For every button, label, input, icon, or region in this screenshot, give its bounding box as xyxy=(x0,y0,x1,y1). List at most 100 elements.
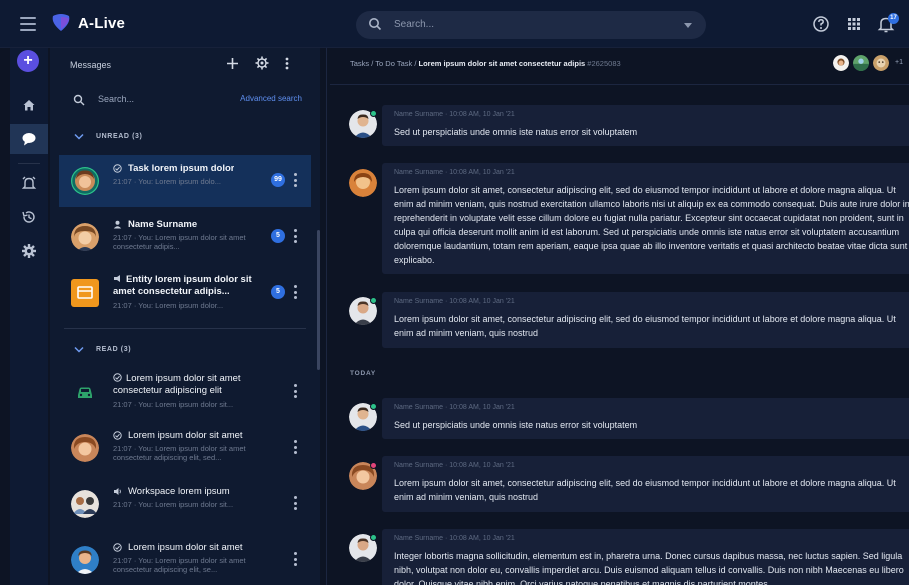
online-status-dot xyxy=(370,534,377,541)
read-section-toggle[interactable]: READ (3) xyxy=(74,342,131,356)
conversation-item[interactable]: Entity lorem ipsum dolor sit amet consec… xyxy=(59,267,311,319)
avatar xyxy=(71,434,99,462)
panel-divider xyxy=(326,48,327,585)
conversation-item[interactable]: Name Surname 21:07 · You: Lorem ipsum do… xyxy=(59,211,311,263)
participant-avatar xyxy=(832,54,850,72)
apps-grid-icon[interactable] xyxy=(845,15,863,33)
app-title: A-Live xyxy=(78,15,126,32)
message-meta: Name Surname · 10:08 AM, 10 Jan '21 xyxy=(394,169,515,176)
avatar xyxy=(71,546,99,574)
conversation-title-text: Entity lorem ipsum dolor sit amet consec… xyxy=(113,274,252,297)
participants-more-count: +1 xyxy=(895,59,903,66)
participant-avatar xyxy=(872,54,890,72)
plus-icon[interactable] xyxy=(226,57,239,70)
history-icon xyxy=(22,211,35,223)
message-text: Integer lobortis magna sollicitudin, ele… xyxy=(394,551,904,585)
message-text: Sed ut perspiciatis unde omnis iste natu… xyxy=(394,127,638,137)
messages-header-actions xyxy=(226,56,289,70)
message-text: Lorem ipsum dolor sit amet, consectetur … xyxy=(394,185,909,265)
unread-section-label: UNREAD (3) xyxy=(96,132,143,140)
more-vertical-icon[interactable] xyxy=(293,440,297,454)
conversation-title-text: Lorem ipsum dolor sit amet consectetur a… xyxy=(113,373,241,396)
more-vertical-icon[interactable] xyxy=(293,496,297,510)
more-vertical-icon[interactable] xyxy=(293,384,297,398)
more-vertical-icon[interactable] xyxy=(293,552,297,566)
gear-icon xyxy=(22,244,36,258)
participants-list[interactable]: +1 xyxy=(832,54,903,72)
search-icon xyxy=(73,94,85,106)
section-divider xyxy=(64,328,306,329)
hamburger-menu-icon[interactable] xyxy=(20,17,36,31)
messages-scrollbar[interactable] xyxy=(317,230,320,370)
search-dropdown-icon[interactable] xyxy=(684,23,692,28)
message-meta: Name Surname · 10:08 AM, 10 Jan '21 xyxy=(394,111,515,118)
breadcrumb-id: #2625083 xyxy=(587,59,621,68)
nav-alarms[interactable] xyxy=(10,168,48,198)
nav-settings[interactable] xyxy=(10,236,48,266)
conversation-item[interactable]: Lorem ipsum dolor sit amet 21:07 · You: … xyxy=(59,422,311,474)
day-separator-label: TODAY xyxy=(350,370,377,377)
check-circle-icon xyxy=(113,164,122,173)
broadcast-icon xyxy=(114,275,120,282)
online-status-dot xyxy=(370,403,377,410)
messages-search-input[interactable]: Search... Advanced search xyxy=(70,92,310,110)
unread-section-toggle[interactable]: UNREAD (3) xyxy=(74,129,142,143)
conversation-item[interactable]: Lorem ipsum dolor sit amet consectetur a… xyxy=(59,366,311,418)
person-icon xyxy=(113,220,122,229)
nav-history[interactable] xyxy=(10,202,48,232)
conversation-title: Task lorem ipsum dolor xyxy=(128,163,235,174)
conversation-title-row: Name Surname xyxy=(113,219,263,230)
read-section-label: READ (3) xyxy=(96,345,132,353)
conversation-item[interactable]: Workspace lorem ipsum 21:07 · You: Lorem… xyxy=(59,478,311,530)
conversation-item[interactable]: Lorem ipsum dolor sit amet 21:07 · You: … xyxy=(59,534,311,585)
conversation-title-row: Lorem ipsum dolor sit amet xyxy=(113,542,263,553)
left-nav-rail: + xyxy=(10,48,48,585)
app-window: A-Live Search... 17 + Messages Search...… xyxy=(0,0,909,585)
conversation-item[interactable]: Task lorem ipsum dolor 21:07 · You: Lore… xyxy=(59,155,311,207)
help-icon[interactable] xyxy=(812,15,830,33)
entity-avatar xyxy=(71,279,99,307)
conversation-preview: 21:07 · You: Lorem ipsum dolor sit... xyxy=(113,400,234,409)
global-search-input[interactable]: Search... xyxy=(356,11,706,39)
chat-panel: Tasks / To Do Task / Lorem ipsum dolor s… xyxy=(330,48,909,585)
more-vertical-icon[interactable] xyxy=(293,173,297,187)
conversation-preview: 21:07 · You: Lorem ipsum dolor sit amet … xyxy=(113,233,246,251)
message-meta: Name Surname · 10:08 AM, 10 Jan '21 xyxy=(394,462,515,469)
conversation-title: Name Surname xyxy=(128,219,198,230)
add-button[interactable]: + xyxy=(17,50,39,72)
check-circle-icon xyxy=(113,373,122,382)
breadcrumb-path[interactable]: Tasks / To Do Task / xyxy=(350,59,419,68)
conversation-title-row: Lorem ipsum dolor sit amet xyxy=(113,430,263,441)
conversation-preview: 21:07 · You: Lorem ipsum dolor sit amet … xyxy=(113,444,246,462)
unread-count-badge: 5 xyxy=(271,285,285,299)
settings-gear-icon[interactable] xyxy=(255,56,269,70)
avatar xyxy=(71,223,99,251)
conversation-preview: 21:07 · You: Lorem ipsum dolor sit... xyxy=(113,500,234,509)
message-meta: Name Surname · 10:08 AM, 10 Jan '21 xyxy=(394,535,515,542)
rail-divider xyxy=(18,163,40,164)
chat-message: Name Surname · 10:08 AM, 10 Jan '21 Sed … xyxy=(382,105,909,146)
message-text: Lorem ipsum dolor sit amet, consectetur … xyxy=(394,314,896,338)
unread-count-badge: 99 xyxy=(271,173,285,187)
chat-header-divider xyxy=(330,84,909,85)
nav-messages[interactable] xyxy=(10,124,48,154)
conversation-preview: 21:07 · You: Lorem ipsum dolo... xyxy=(113,177,221,186)
online-status-dot xyxy=(370,297,377,304)
notification-badge: 17 xyxy=(888,13,899,24)
messages-header-title: Messages xyxy=(70,60,112,70)
nav-home[interactable] xyxy=(10,90,48,120)
message-meta: Name Surname · 10:08 AM, 10 Jan '21 xyxy=(394,298,515,305)
avatar xyxy=(71,167,99,195)
status-dot xyxy=(370,462,377,469)
more-vertical-icon[interactable] xyxy=(285,57,289,70)
unread-count-badge: 5 xyxy=(271,229,285,243)
home-icon xyxy=(23,100,35,111)
chat-bubble-icon xyxy=(22,133,36,146)
more-vertical-icon[interactable] xyxy=(293,229,297,243)
advanced-search-link[interactable]: Advanced search xyxy=(240,94,302,103)
breadcrumb: Tasks / To Do Task / Lorem ipsum dolor s… xyxy=(350,59,621,68)
more-vertical-icon[interactable] xyxy=(293,285,297,299)
check-circle-icon xyxy=(113,543,122,552)
logo-icon xyxy=(52,14,70,31)
check-circle-icon xyxy=(113,431,122,440)
